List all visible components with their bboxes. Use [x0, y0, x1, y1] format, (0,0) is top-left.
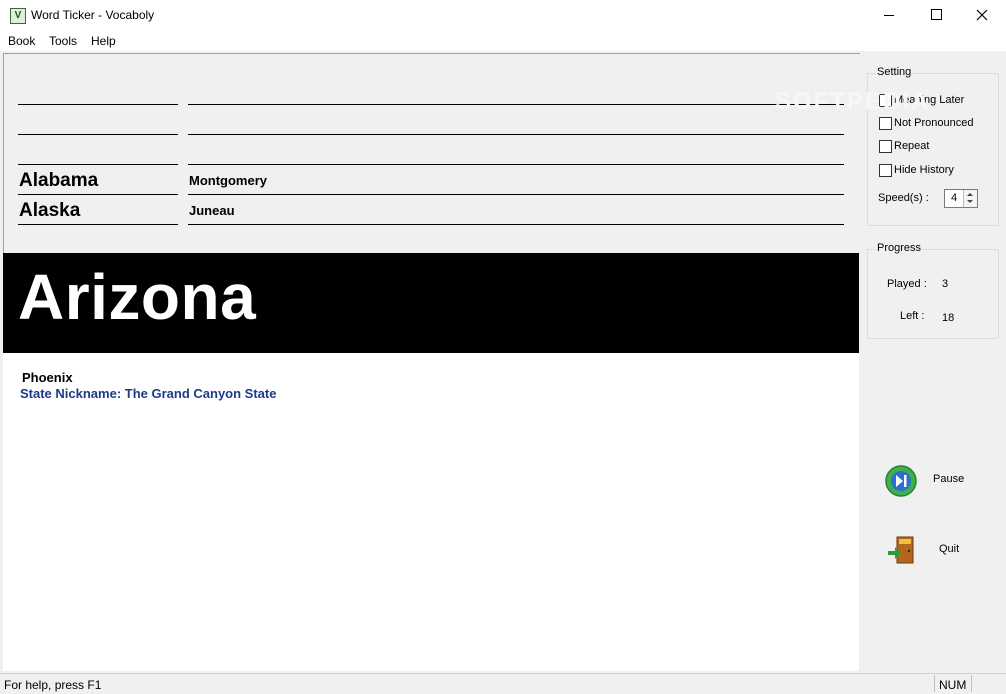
progress-group: Progress Played : 3 Left : 18 — [867, 242, 999, 339]
current-word-banner: Arizona — [3, 253, 859, 353]
pause-label: Pause — [933, 473, 965, 485]
meaning-cell — [188, 105, 844, 135]
spinner-down-icon[interactable] — [967, 200, 973, 203]
close-icon — [976, 9, 988, 21]
list-row — [4, 105, 860, 135]
word-cell — [18, 105, 178, 135]
word-cell: Alabama — [18, 165, 178, 195]
current-detail: State Nickname: The Grand Canyon State — [20, 386, 277, 401]
setting-title: Setting — [876, 66, 913, 78]
window-title: Word Ticker - Vocaboly — [31, 8, 155, 22]
close-button[interactable] — [959, 0, 1005, 31]
title-bar: V Word Ticker - Vocaboly — [0, 0, 1006, 31]
meaning-text: Montgomery — [189, 173, 267, 188]
num-lock-text: NUM — [939, 678, 967, 692]
word-history-list: Alabama Montgomery Alaska Juneau — [3, 53, 860, 254]
played-value: 3 — [942, 278, 949, 290]
app-icon[interactable]: V — [10, 8, 26, 24]
quit-label: Quit — [939, 543, 960, 555]
checkbox-label: Repeat — [894, 140, 930, 152]
word-cell: Alaska — [18, 195, 178, 225]
word-cell — [18, 75, 178, 105]
list-row — [4, 135, 860, 165]
maximize-button[interactable] — [913, 0, 959, 31]
spinner-up-icon[interactable] — [967, 193, 973, 196]
pause-button[interactable]: Pause — [881, 461, 991, 501]
meaning-cell — [188, 135, 844, 165]
meaning-text: Juneau — [189, 203, 235, 218]
word-text: Alabama — [19, 170, 99, 191]
minimize-button[interactable] — [866, 0, 912, 31]
current-word: Arizona — [18, 261, 257, 333]
speed-spinner[interactable]: 4 — [944, 189, 978, 208]
list-row: Alabama Montgomery — [4, 165, 860, 195]
quit-button[interactable]: Quit — [881, 531, 991, 571]
meaning-panel: Phoenix State Nickname: The Grand Canyon… — [3, 353, 859, 671]
num-lock-indicator: NUM — [934, 675, 972, 692]
speed-value[interactable]: 4 — [951, 192, 957, 204]
checkbox-label: Hide History — [894, 164, 954, 176]
exit-door-icon — [888, 536, 914, 564]
current-meaning: Phoenix — [22, 370, 73, 385]
menu-book[interactable]: Book — [8, 34, 35, 48]
meaning-cell: Juneau — [188, 195, 844, 225]
checkbox-box[interactable] — [879, 164, 892, 177]
watermark: SOFTPEDIA — [775, 88, 931, 115]
status-bar: For help, press F1 NUM — [0, 673, 1006, 694]
played-label: Played : — [887, 278, 927, 290]
pause-icon — [885, 465, 917, 497]
menu-bar: Book Tools Help — [0, 31, 1006, 51]
speed-label: Speed(s) : — [878, 192, 929, 204]
list-row — [4, 75, 860, 105]
menu-tools[interactable]: Tools — [49, 34, 77, 48]
checkbox-box[interactable] — [879, 140, 892, 153]
word-cell — [18, 135, 178, 165]
list-row: Alaska Juneau — [4, 195, 860, 225]
left-label: Left : — [900, 310, 925, 322]
left-value: 18 — [942, 312, 955, 324]
meaning-cell — [188, 75, 844, 105]
meaning-cell: Montgomery — [188, 165, 844, 195]
checkbox-box[interactable] — [879, 117, 892, 130]
menu-help[interactable]: Help — [91, 34, 116, 48]
spinner-buttons[interactable] — [963, 190, 977, 207]
progress-title: Progress — [876, 242, 923, 254]
control-panel: Setting Meaning Later Not Pronounced Rep… — [861, 53, 1006, 671]
checkbox-label: Not Pronounced — [894, 117, 974, 129]
word-text: Alaska — [19, 200, 81, 221]
status-help-text: For help, press F1 — [4, 678, 102, 692]
